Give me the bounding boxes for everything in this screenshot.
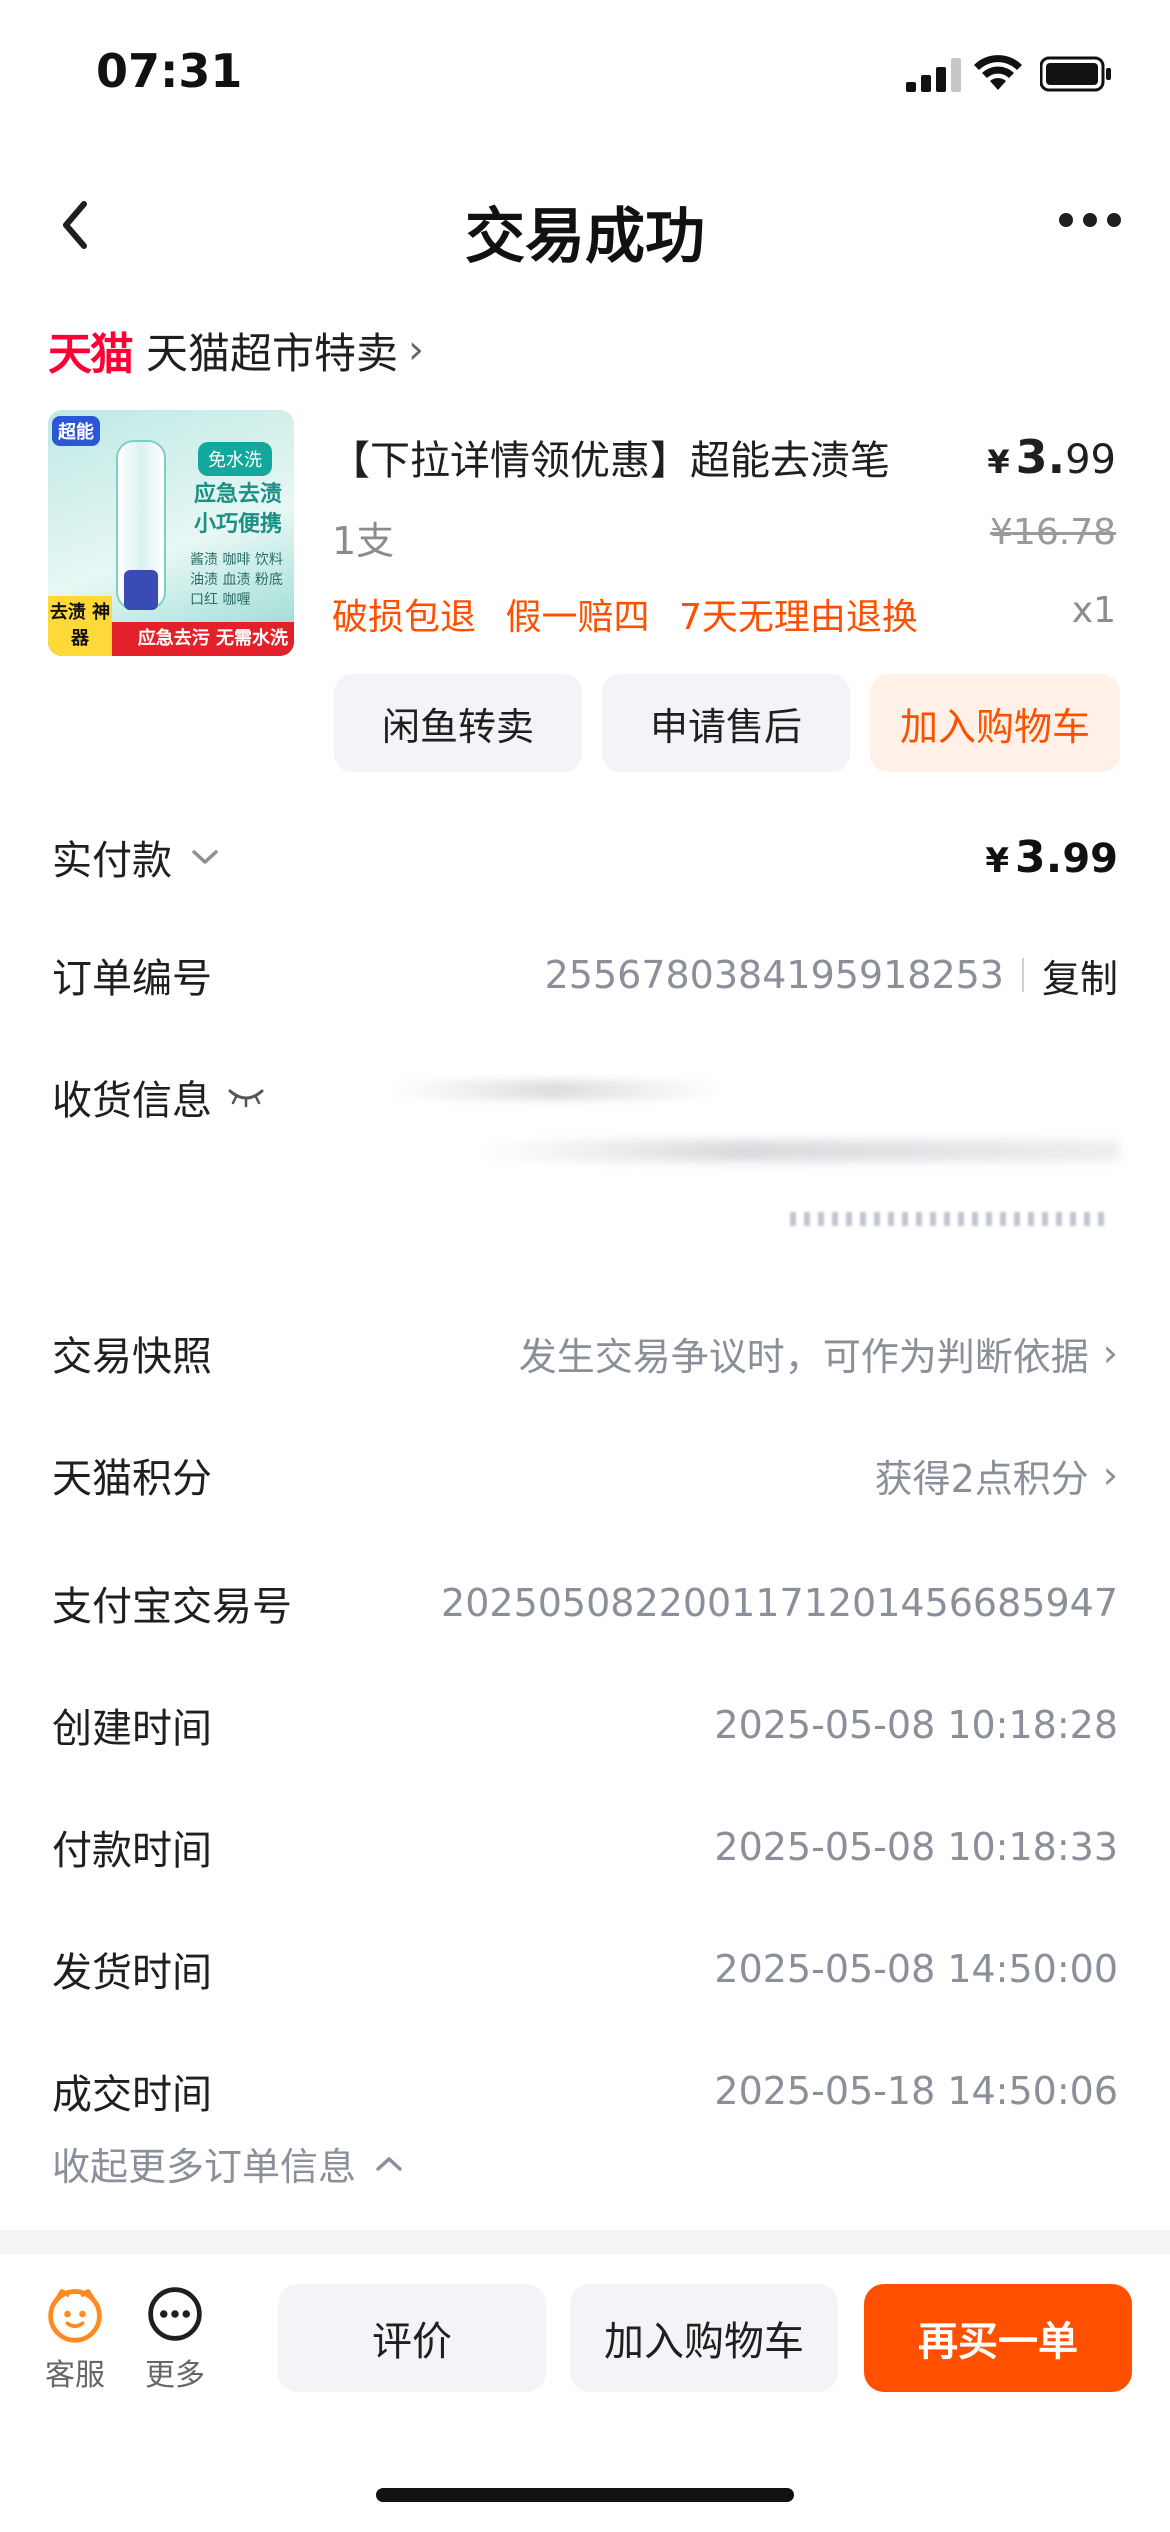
wifi-icon <box>974 55 1022 90</box>
chevron-right-icon: › <box>408 327 425 373</box>
more-options-button[interactable] <box>1050 190 1130 250</box>
order-number-row: 订单编号 2556780384195918253 复制 <box>52 940 1118 1010</box>
paid-currency: ¥ <box>985 840 1009 881</box>
eye-closed-icon[interactable] <box>226 1085 266 1109</box>
created-label: 创建时间 <box>52 1706 212 1752</box>
chevron-right-icon: › <box>1102 1453 1118 1497</box>
paid-time-value: 2025-05-08 10:18:33 <box>714 1825 1118 1869</box>
product-image[interactable]: 超能 免水洗 应急去渍 小巧便携 酱渍 咖啡 饮料 油渍 血渍 粉底 口红 咖喱… <box>48 410 294 656</box>
price-currency: ¥ <box>987 443 1010 481</box>
paid-integer: 3. <box>1014 831 1063 883</box>
shop-name: 天猫超市特卖 <box>146 328 399 378</box>
image-badge: 免水洗 <box>198 442 272 476</box>
price-decimal: 99 <box>1065 437 1116 483</box>
service-tag: 假一赔四 <box>505 597 650 638</box>
order-number-label: 订单编号 <box>52 956 212 1002</box>
add-to-cart-button[interactable]: 加入购物车 <box>870 674 1120 772</box>
chevron-right-icon: › <box>1102 1331 1118 1375</box>
battery-icon <box>1040 56 1111 92</box>
created-row: 创建时间 2025-05-08 10:18:28 <box>52 1690 1118 1760</box>
status-time: 07:31 <box>96 44 243 98</box>
review-button[interactable]: 评价 <box>278 2284 546 2392</box>
divider <box>1021 958 1024 992</box>
paid-time-row: 付款时间 2025-05-08 10:18:33 <box>52 1812 1118 1882</box>
created-value: 2025-05-08 10:18:28 <box>714 1703 1118 1747</box>
shipped-row: 发货时间 2025-05-08 14:50:00 <box>52 1934 1118 2004</box>
product-title[interactable]: 【下拉详情领优惠】超能去渍笔 <box>330 428 890 486</box>
customer-service-button[interactable]: 客服 <box>30 2284 120 2394</box>
tmall-logo: 天猫 <box>48 329 134 380</box>
service-label: 客服 <box>45 2358 105 2393</box>
service-tags: 破损包退 假一赔四 7天无理由退换 <box>332 588 936 640</box>
order-number: 2556780384195918253 <box>544 953 1004 997</box>
chevron-up-icon <box>376 2156 402 2171</box>
shipped-label: 发货时间 <box>52 1950 212 1996</box>
paid-row[interactable]: 实付款 ¥3.99 <box>52 822 1118 892</box>
service-tag: 7天无理由退换 <box>678 597 918 638</box>
more-button[interactable]: 更多 <box>130 2284 220 2394</box>
product-spec: 1支 <box>332 519 395 563</box>
copy-button[interactable]: 复制 <box>1042 948 1118 1003</box>
add-to-cart-bottom-button[interactable]: 加入购物车 <box>570 2284 838 2392</box>
dot-icon <box>1083 213 1097 227</box>
points-row[interactable]: 天猫积分 获得2点积分 › <box>52 1440 1118 1510</box>
home-indicator[interactable] <box>376 2488 794 2502</box>
page-title: 交易成功 <box>465 202 705 272</box>
aftersale-button[interactable]: 申请售后 <box>602 674 850 772</box>
paid-decimal: 99 <box>1062 835 1118 882</box>
buy-again-button[interactable]: 再买一单 <box>864 2284 1132 2392</box>
points-value: 获得2点积分 <box>874 1456 1089 1501</box>
shipping-label: 收货信息 <box>52 1078 212 1124</box>
paid-label: 实付款 <box>52 838 172 884</box>
snapshot-row[interactable]: 交易快照 发生交易争议时，可作为判断依据 › <box>52 1318 1118 1388</box>
signal-icon <box>906 58 961 92</box>
snapshot-value: 发生交易争议时，可作为判断依据 <box>518 1334 1089 1379</box>
phone-masked <box>790 1212 1110 1226</box>
points-label: 天猫积分 <box>52 1456 212 1502</box>
shop-link[interactable]: 天猫 天猫超市特卖 › <box>48 320 424 380</box>
pen-tip-illustration <box>124 570 158 610</box>
closed-row: 成交时间 2025-05-18 14:50:06 <box>52 2056 1118 2126</box>
address-masked <box>390 1080 720 1100</box>
dot-icon <box>1059 213 1073 227</box>
collapse-label: 收起更多订单信息 <box>52 2145 357 2189</box>
alipay-label: 支付宝交易号 <box>52 1584 292 1630</box>
more-label: 更多 <box>145 2358 205 2393</box>
paid-time-label: 付款时间 <box>52 1828 212 1874</box>
dot-icon <box>1107 213 1121 227</box>
chevron-down-icon <box>192 850 218 864</box>
snapshot-label: 交易快照 <box>52 1334 212 1380</box>
price-integer: 3. <box>1015 430 1066 484</box>
shipped-value: 2025-05-08 14:50:00 <box>714 1947 1118 1991</box>
more-icon <box>148 2287 202 2341</box>
paid-amount: ¥3.99 <box>985 832 1118 883</box>
service-tag: 破损包退 <box>332 597 477 638</box>
original-price: ¥16.78 <box>990 512 1116 553</box>
collapse-order-info-link[interactable]: 收起更多订单信息 <box>52 2136 406 2191</box>
image-title: 应急去渍 小巧便携 <box>193 482 282 537</box>
quantity: x1 <box>1071 590 1116 631</box>
brand-logo: 超能 <box>52 416 100 446</box>
alipay-row: 支付宝交易号 2025050822001171201456685947 <box>52 1568 1118 1638</box>
customer-service-icon <box>48 2289 102 2343</box>
alipay-value: 2025050822001171201456685947 <box>441 1581 1118 1625</box>
product-price: ¥3.99 <box>987 430 1116 484</box>
closed-value: 2025-05-18 14:50:06 <box>714 2069 1118 2113</box>
section-divider <box>0 2230 1170 2254</box>
status-bar: 07:31 <box>0 0 1170 150</box>
address-masked <box>480 1140 1120 1162</box>
closed-label: 成交时间 <box>52 2072 212 2118</box>
nav-bar: 交易成功 <box>0 160 1170 290</box>
image-tag: 去渍 神器 <box>48 596 112 656</box>
resell-button[interactable]: 闲鱼转卖 <box>334 674 582 772</box>
image-list: 酱渍 咖啡 饮料 油渍 血渍 粉底 口红 咖喱 <box>190 552 283 608</box>
